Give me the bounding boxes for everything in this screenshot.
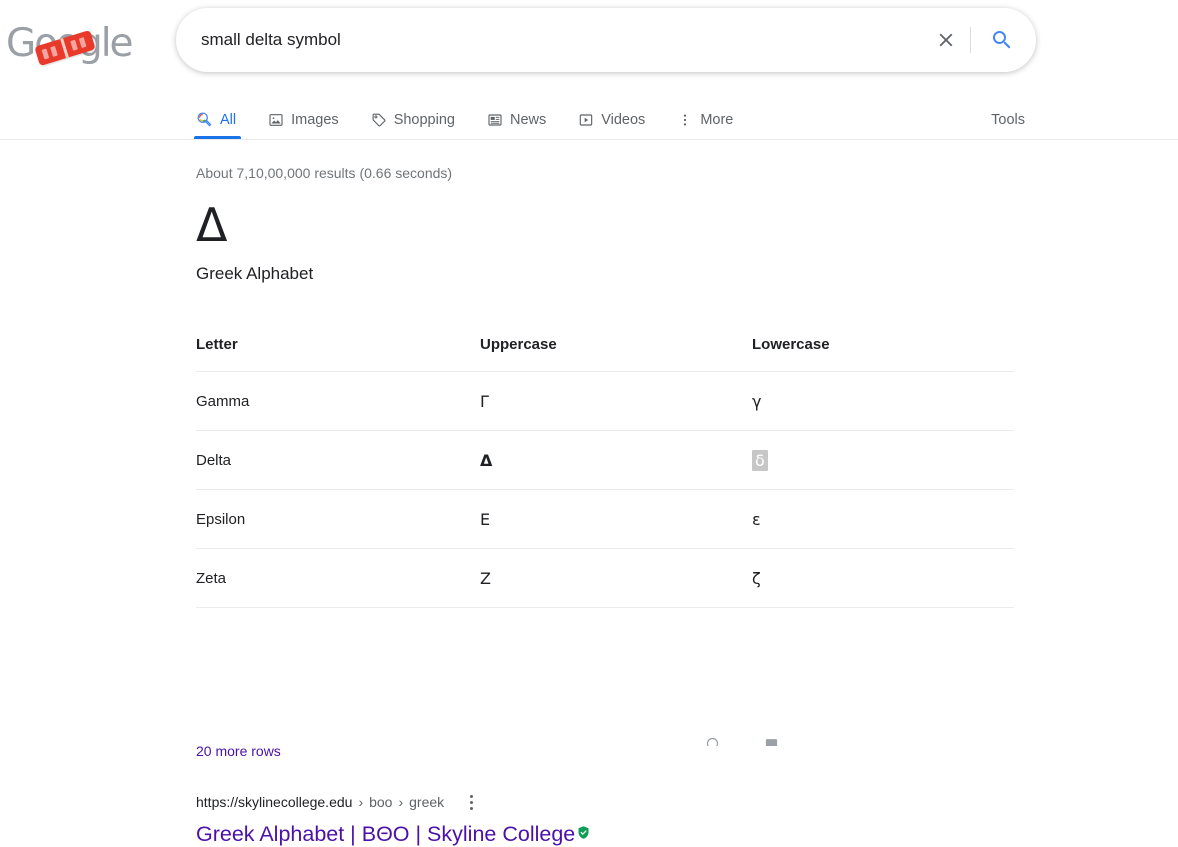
result-title-link[interactable]: Greek Alphabet | ΒΘΟ | Skyline College bbox=[196, 821, 591, 847]
result-url-base: https://skylinecollege.edu bbox=[196, 794, 353, 810]
tab-all-label: All bbox=[220, 111, 237, 128]
result-options-button[interactable] bbox=[462, 792, 480, 812]
table-row: Delta Δδ bbox=[196, 430, 1014, 490]
newspaper-icon bbox=[487, 112, 503, 128]
column-header-letter: Letter bbox=[196, 336, 480, 372]
cell-uppercase: Γ bbox=[480, 371, 752, 431]
google-logo[interactable]: Google bbox=[6, 18, 134, 70]
uppercase-glyph: Δ bbox=[480, 451, 493, 470]
lowercase-glyph: ε bbox=[752, 510, 761, 529]
uppercase-glyph: Ζ bbox=[480, 569, 491, 588]
search-divider bbox=[970, 27, 971, 53]
google-search-icon bbox=[196, 111, 213, 128]
column-header-uppercase: Uppercase bbox=[480, 336, 752, 372]
breadcrumb-separator: › bbox=[358, 794, 364, 810]
table-row: Zeta Ζζ bbox=[196, 548, 1014, 608]
tools-button[interactable]: Tools bbox=[991, 100, 1025, 139]
cell-uppercase: Ε bbox=[480, 489, 752, 549]
tab-shopping-label: Shopping bbox=[393, 111, 455, 128]
image-icon bbox=[268, 112, 284, 128]
search-input[interactable] bbox=[201, 23, 924, 57]
tab-news-label: News bbox=[509, 111, 547, 128]
search-box[interactable] bbox=[176, 8, 1036, 72]
cell-lowercase: ζ bbox=[752, 548, 1014, 608]
close-icon bbox=[939, 33, 953, 47]
results-count: About 7,10,00,000 results (0.66 seconds) bbox=[196, 165, 453, 181]
verified-shield-icon bbox=[576, 825, 591, 840]
uppercase-glyph: Ε bbox=[480, 510, 491, 529]
location-icon bbox=[706, 737, 719, 746]
tools-label: Tools bbox=[991, 111, 1025, 128]
footer-strip bbox=[0, 736, 1178, 746]
search-icon bbox=[993, 31, 1011, 49]
result-url-breadcrumb[interactable]: https://skylinecollege.edu › boo › greek bbox=[196, 792, 896, 812]
cell-letter: Delta bbox=[196, 430, 480, 490]
feedback-icon bbox=[765, 739, 778, 746]
tab-more-label: More bbox=[700, 111, 734, 128]
breadcrumb-1: boo bbox=[369, 794, 393, 810]
table-header-row: Letter Uppercase Lowercase bbox=[196, 336, 1014, 372]
cell-lowercase: ε bbox=[752, 489, 1014, 549]
cell-letter: Epsilon bbox=[196, 489, 480, 549]
lowercase-glyph: ζ bbox=[752, 569, 761, 588]
video-play-icon bbox=[578, 112, 594, 128]
organic-result: https://skylinecollege.edu › boo › greek… bbox=[196, 792, 896, 847]
tab-images-label: Images bbox=[291, 111, 339, 128]
clear-search-button[interactable] bbox=[924, 18, 968, 62]
tab-shopping[interactable]: Shopping bbox=[371, 100, 474, 139]
footer-items bbox=[705, 736, 787, 746]
breadcrumb-separator-2: › bbox=[398, 794, 404, 810]
location-footer-item[interactable] bbox=[705, 736, 728, 746]
result-title-text: Greek Alphabet | ΒΘΟ | Skyline College bbox=[196, 822, 576, 846]
featured-snippet: Δ Greek Alphabet bbox=[196, 200, 1016, 284]
tab-more[interactable]: More bbox=[677, 100, 752, 139]
cell-uppercase: Δ bbox=[480, 430, 752, 490]
search-tabs: All Images Shopping News Videos More bbox=[193, 100, 765, 140]
search-nav-bar: All Images Shopping News Videos More Too… bbox=[0, 100, 1178, 140]
lowercase-glyph-selected: δ bbox=[752, 450, 768, 471]
tab-images[interactable]: Images bbox=[268, 100, 358, 139]
kebab-menu-icon bbox=[677, 112, 693, 128]
feedback-footer-item[interactable] bbox=[764, 736, 787, 746]
table-row: Epsilon Εε bbox=[196, 489, 1014, 549]
search-header: Google bbox=[0, 0, 1178, 140]
search-submit-button[interactable] bbox=[979, 18, 1025, 62]
cell-lowercase: γ bbox=[752, 371, 1014, 431]
tab-videos-label: Videos bbox=[601, 111, 646, 128]
tag-icon bbox=[371, 112, 387, 128]
breadcrumb-2: greek bbox=[409, 794, 445, 810]
table-row: Gamma Γγ bbox=[196, 371, 1014, 431]
greek-alphabet-table: Letter Uppercase Lowercase Gamma Γγ Delta Δ… bbox=[196, 336, 1014, 608]
cell-lowercase: δ bbox=[752, 430, 1014, 490]
cell-letter: Zeta bbox=[196, 548, 480, 608]
cell-letter: Gamma bbox=[196, 371, 480, 431]
delta-symbol-display: Δ bbox=[196, 198, 228, 252]
tab-all[interactable]: All bbox=[193, 100, 255, 139]
column-header-lowercase: Lowercase bbox=[752, 336, 1014, 372]
lowercase-glyph: γ bbox=[752, 392, 762, 411]
uppercase-glyph: Γ bbox=[480, 392, 489, 411]
tab-news[interactable]: News bbox=[487, 100, 565, 139]
snippet-title: Greek Alphabet bbox=[196, 264, 314, 283]
cell-uppercase: Ζ bbox=[480, 548, 752, 608]
tab-videos[interactable]: Videos bbox=[578, 100, 664, 139]
